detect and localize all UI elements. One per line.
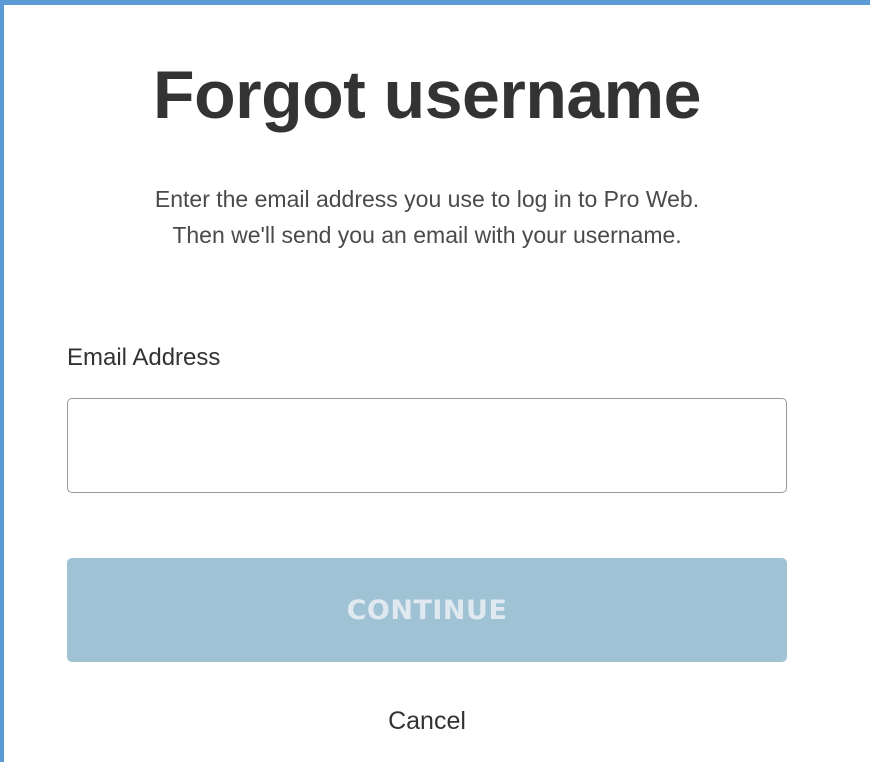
email-field-label: Email Address — [67, 344, 221, 371]
description-line-2: Then we'll send you an email with your u… — [172, 222, 682, 248]
window-frame: Forgot username Enter the email address … — [0, 0, 870, 762]
continue-button[interactable]: CONTINUE — [67, 558, 787, 662]
description-line-1: Enter the email address you use to log i… — [154, 186, 700, 212]
forgot-username-panel: Forgot username Enter the email address … — [4, 5, 870, 767]
page-description: Enter the email address you use to log i… — [4, 181, 850, 253]
page-title: Forgot username — [153, 57, 701, 133]
cancel-link[interactable]: Cancel — [4, 703, 850, 739]
email-field[interactable] — [67, 398, 787, 493]
